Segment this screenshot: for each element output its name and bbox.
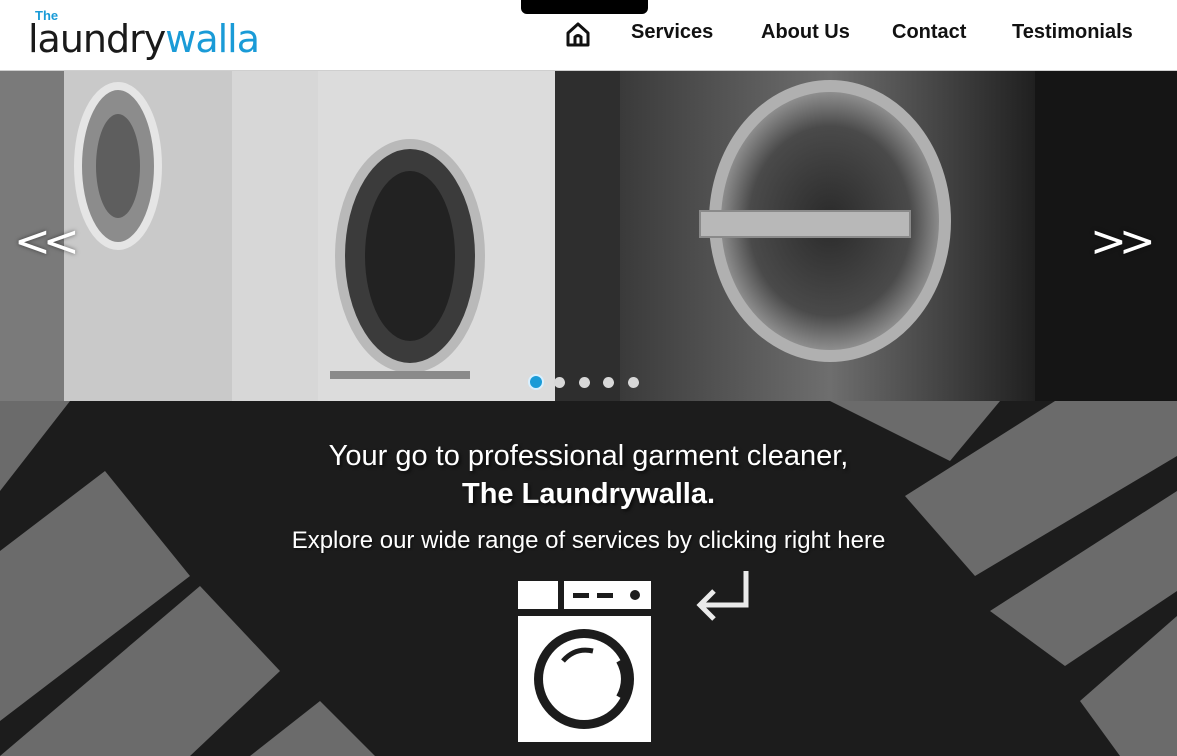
services-intro-section: Your go to professional garment cleaner,… xyxy=(0,401,1177,756)
header-tab-decoration xyxy=(521,0,648,14)
slider-dot-3[interactable] xyxy=(579,377,590,388)
hero-subline: Explore our wide range of services by cl… xyxy=(291,527,886,554)
washing-machine-icon[interactable] xyxy=(515,579,655,749)
slider-dot-4[interactable] xyxy=(603,377,614,388)
hero-slider: << >> xyxy=(0,71,1177,401)
nav-testimonials[interactable]: Testimonials xyxy=(1012,21,1133,44)
nav-services[interactable]: Services xyxy=(631,21,713,44)
headline-line-2: The Laundrywalla. xyxy=(462,478,715,510)
nav-about-us[interactable]: About Us xyxy=(761,21,850,44)
hero-headline: Your go to professional garment cleaner,… xyxy=(0,437,1177,513)
slider-dot-1[interactable] xyxy=(528,374,544,390)
return-arrow-icon xyxy=(692,567,752,629)
site-header: The laundrywalla Services About Us Conta… xyxy=(0,0,1177,71)
home-icon[interactable] xyxy=(564,20,592,48)
slider-prev-arrow[interactable]: << xyxy=(14,216,80,267)
logo-word-dark: laundry xyxy=(28,17,166,61)
slider-dot-5[interactable] xyxy=(628,377,639,388)
headline-line-1: Your go to professional garment cleaner, xyxy=(328,440,849,472)
slider-dot-2[interactable] xyxy=(554,377,565,388)
logo-wordmark: laundrywalla xyxy=(28,17,260,61)
nav-contact[interactable]: Contact xyxy=(892,21,966,44)
site-logo[interactable]: The laundrywalla xyxy=(28,8,260,61)
logo-word-blue: walla xyxy=(165,17,260,61)
slider-next-arrow[interactable]: >> xyxy=(1090,216,1156,267)
slide-image-laundry-machines xyxy=(0,71,1177,401)
